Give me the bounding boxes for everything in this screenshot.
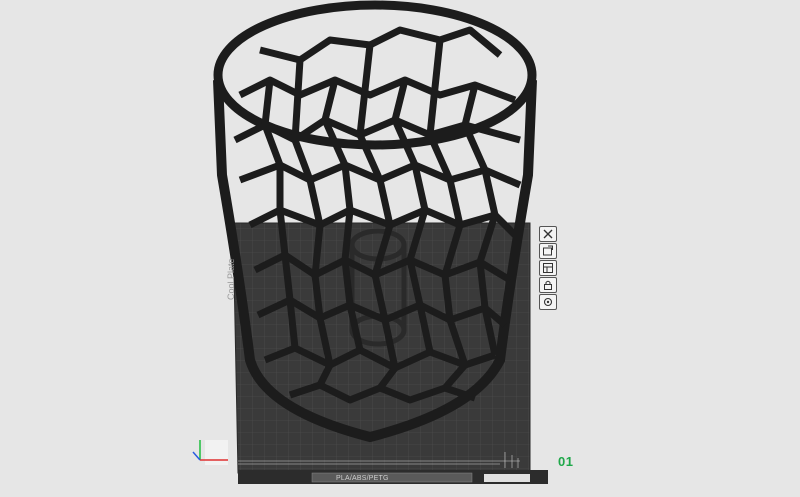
plate-footer-tab — [484, 474, 530, 482]
scene-canvas[interactable] — [0, 0, 800, 497]
close-icon — [543, 229, 553, 239]
settings-icon — [543, 297, 553, 307]
auto-orient-icon — [543, 245, 553, 256]
auto-orient-button[interactable] — [539, 243, 557, 259]
3d-viewport[interactable]: Cool Plate PLA/ABS/PETG 01 — [0, 0, 800, 497]
plate-origin-marker — [205, 440, 228, 465]
plate-toolbar — [536, 226, 560, 310]
lock-plate-button[interactable] — [539, 277, 557, 293]
filament-type-label: PLA/ABS/PETG — [336, 475, 389, 482]
plate-settings-button[interactable] — [539, 294, 557, 310]
remove-plate-button[interactable] — [539, 226, 557, 242]
lock-icon — [544, 280, 552, 290]
plate-number-label[interactable]: 01 — [558, 454, 573, 469]
arrange-icon — [543, 263, 553, 273]
plate-type-label: Cool Plate — [226, 258, 236, 300]
arrange-button[interactable] — [539, 260, 557, 276]
